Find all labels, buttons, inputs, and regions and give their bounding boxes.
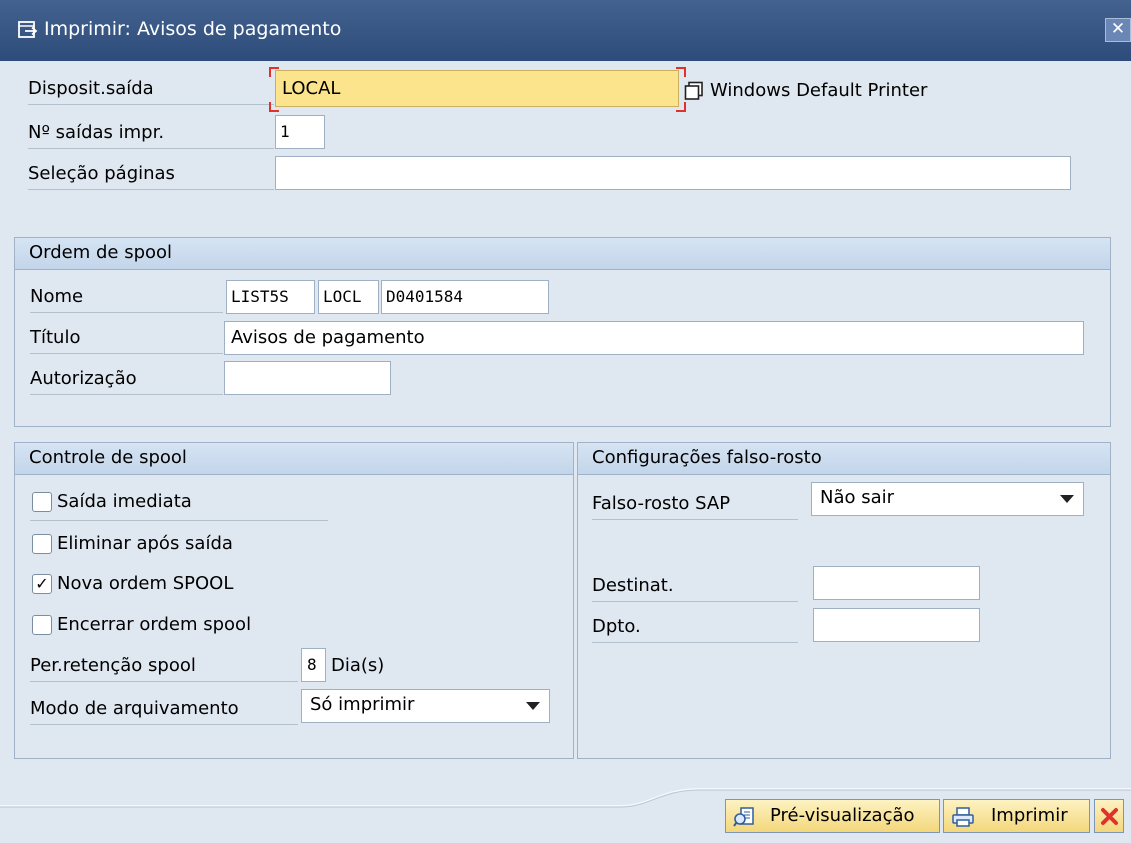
print-dialog-icon [18,21,38,38]
chevron-down-icon [1060,495,1074,503]
retention-label: Per.retenção spool [30,650,298,682]
page-selection-field[interactable] [275,156,1071,190]
spool-name-label: Nome [30,281,223,313]
archive-mode-select[interactable]: Só imprimir [301,689,550,723]
device-list-icon[interactable] [684,81,704,101]
recipient-field[interactable] [813,566,980,600]
chevron-down-icon [526,702,540,710]
close-icon[interactable]: ✕ [1105,18,1131,42]
close-spool-request-label: Encerrar ordem spool [57,614,252,635]
output-device-field[interactable]: LOCAL [275,70,679,107]
cover-page-heading: Configurações falso-rosto [578,443,1110,475]
recipient-label: Destinat. [592,570,798,602]
output-device-label: Disposit.saída [28,73,274,105]
focus-corner [676,67,686,77]
spool-title-field[interactable]: Avisos de pagamento [224,321,1084,355]
new-spool-request-label: Nova ordem SPOOL [57,573,234,594]
archive-mode-label: Modo de arquivamento [30,693,298,725]
archive-mode-value: Só imprimir [310,694,415,715]
authorization-label: Autorização [30,363,223,395]
printer-icon [952,807,974,827]
focus-corner [269,67,279,77]
title-bar: Imprimir: Avisos de pagamento ✕ [0,0,1131,61]
spool-name-part-3[interactable]: D0401584 [381,280,549,314]
spool-name-part-1[interactable]: LIST5S [226,280,315,314]
focus-corner [676,102,686,112]
page-selection-label: Seleção páginas [28,158,274,190]
dialog-body: Disposit.saída LOCAL Windows Default Pri… [0,61,1131,843]
retention-unit: Dia(s) [331,655,385,676]
window-title: Imprimir: Avisos de pagamento [44,18,342,40]
new-spool-request-checkbox[interactable]: ✓ [32,574,52,594]
device-description: Windows Default Printer [710,80,928,101]
delete-after-output-label: Eliminar após saída [57,533,233,554]
spool-name-part-2[interactable]: LOCL [318,280,379,314]
sap-cover-label: Falso-rosto SAP [592,488,798,520]
immediate-output-label: Saída imediata [57,491,192,512]
spool-title-label: Título [30,322,223,354]
delete-after-output-checkbox[interactable] [32,534,52,554]
copies-label: Nº saídas impr. [28,117,274,149]
divider [30,520,328,521]
spool-control-heading: Controle de spool [15,443,573,475]
preview-button-label: Pré-visualização [770,805,915,826]
sap-cover-select[interactable]: Não sair [811,482,1084,516]
close-spool-request-checkbox[interactable] [32,615,52,635]
department-field[interactable] [813,608,980,642]
immediate-output-checkbox[interactable] [32,492,52,512]
print-button[interactable]: Imprimir [943,799,1090,833]
focus-corner [269,102,279,112]
print-button-label: Imprimir [991,805,1068,826]
retention-field[interactable]: 8 [301,648,326,682]
preview-button[interactable]: Pré-visualização [725,799,940,833]
authorization-field[interactable] [224,361,391,395]
print-preview-icon [733,807,754,827]
spool-request-heading: Ordem de spool [15,238,1110,270]
sap-cover-value: Não sair [820,487,895,508]
cancel-button[interactable] [1094,799,1124,833]
copies-field[interactable]: 1 [275,115,325,149]
department-label: Dpto. [592,611,798,643]
cancel-icon [1101,808,1118,825]
